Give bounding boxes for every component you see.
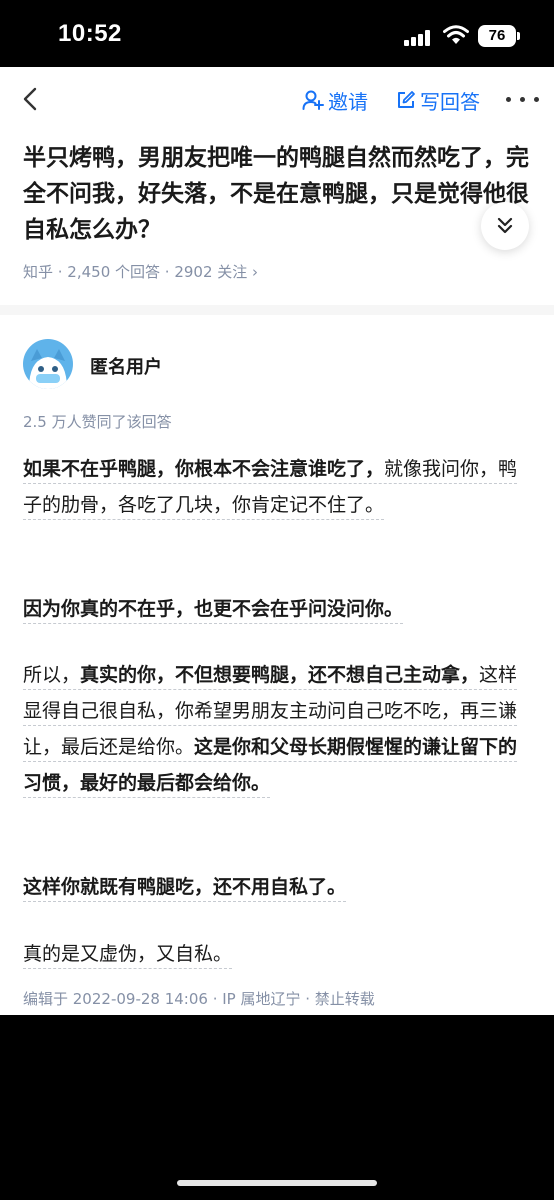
add-person-icon bbox=[302, 90, 324, 110]
double-chevron-down-icon bbox=[497, 217, 513, 234]
section-divider bbox=[0, 305, 554, 315]
battery-icon: 76 bbox=[478, 25, 520, 47]
anonymous-avatar-icon bbox=[23, 339, 73, 389]
more-options-icon[interactable] bbox=[506, 97, 540, 103]
question-meta[interactable]: 知乎 · 2,450 个回答 · 2902 关注 › bbox=[23, 261, 258, 282]
invite-button[interactable]: 邀请 bbox=[302, 87, 368, 114]
cellular-signal-icon bbox=[404, 30, 434, 46]
question-page: 邀请 写回答 半只烤鸭，男朋友把唯一的鸭腿自然而然吃了，完全不问我，好失落，不是… bbox=[0, 67, 554, 1015]
vote-count: 2.5 万人赞同了该回答 bbox=[23, 413, 172, 431]
question-title[interactable]: 半只烤鸭，男朋友把唯一的鸭腿自然而然吃了，完全不问我，好失落，不是在意鸭腿，只是… bbox=[23, 140, 538, 248]
wifi-icon bbox=[443, 25, 469, 44]
status-bar: 10:52 76 bbox=[0, 0, 554, 67]
back-arrow-icon[interactable] bbox=[18, 86, 44, 112]
home-indicator[interactable] bbox=[177, 1180, 377, 1186]
edit-icon bbox=[398, 91, 415, 108]
answer-paragraph-4: 这样你就既有鸭腿吃，还不用自私了。 bbox=[23, 869, 533, 905]
top-nav: 邀请 写回答 bbox=[0, 67, 554, 133]
answer-paragraph-2: 因为你真的不在乎，也更不会在乎问没问你。 bbox=[23, 591, 533, 627]
answer-paragraph-1: 如果不在乎鸭腿，你根本不会注意谁吃了，就像我问你，鸭子的肋骨，各吃了几块，你肯定… bbox=[23, 451, 533, 523]
edit-info: 编辑于 2022-09-28 14:06 · IP 属地辽宁 · 禁止转载 bbox=[23, 990, 375, 1008]
invite-label: 邀请 bbox=[328, 89, 368, 114]
answer-paragraph-5: 真的是又虚伪，又自私。 bbox=[23, 936, 533, 972]
write-answer-button[interactable]: 写回答 bbox=[396, 87, 480, 114]
answer-paragraph-3: 所以，真实的你，不但想要鸭腿，还不想自己主动拿，这样显得自己很自私，你希望男朋友… bbox=[23, 657, 533, 801]
expand-button[interactable] bbox=[481, 202, 529, 250]
write-answer-label: 写回答 bbox=[420, 89, 480, 114]
avatar[interactable] bbox=[23, 339, 73, 389]
author-name[interactable]: 匿名用户 bbox=[90, 353, 162, 379]
status-time: 10:52 bbox=[58, 20, 122, 47]
